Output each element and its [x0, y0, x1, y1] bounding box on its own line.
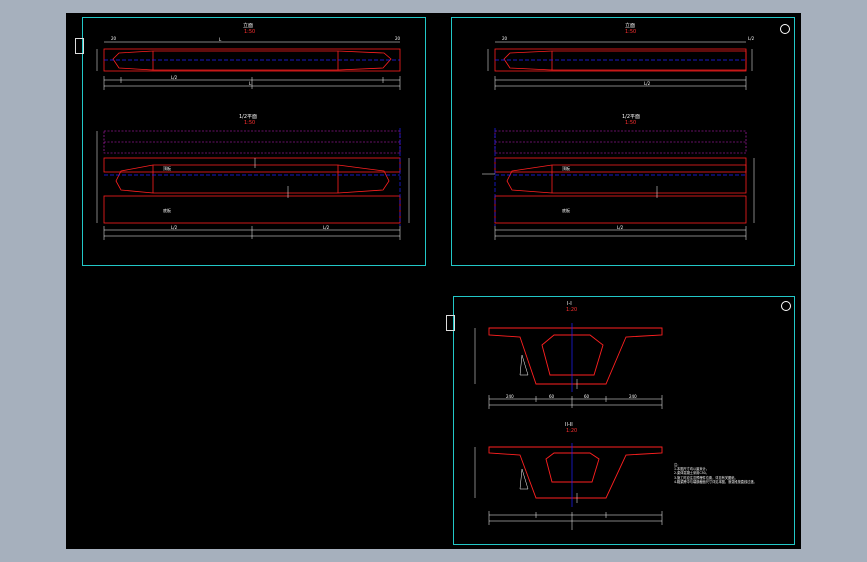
dim-top-1: 20	[502, 36, 508, 41]
notes-block: 注： 1.本图尺寸均以厘米计。 2.梁体混凝土采用C50。 3.施工时应注意预埋…	[674, 463, 757, 484]
plan-label-top: 顶板	[163, 166, 171, 171]
plan-scale: 1:50	[625, 120, 637, 126]
dim-bottom-1: L/2	[171, 75, 178, 80]
elevation-and-plan-drawing	[96, 41, 410, 240]
elevation-scale: 1:50	[625, 29, 637, 35]
plan-label-top: 顶板	[562, 166, 570, 171]
dim-top-2: L/2	[748, 36, 755, 41]
plan-scale: 1:50	[244, 120, 256, 126]
dim-plan-1: L/2	[171, 225, 178, 230]
dim-1: 240	[506, 394, 514, 399]
dim-top-1: 20	[111, 36, 117, 41]
plan-label-bottom: 底板	[562, 208, 570, 213]
cross-section-drawing	[474, 323, 663, 530]
section-a-scale: 1:20	[566, 307, 578, 313]
section-b-scale: 1:20	[566, 428, 578, 434]
dim-bottom-2: L	[249, 81, 252, 86]
dim-3: 60	[584, 394, 590, 399]
dim-plan-1: L/2	[617, 225, 624, 230]
drawing-canvas[interactable]: 立面 1:50 20 L 20 L/2 L 1/2平面 1:50 顶板 底板 L…	[66, 13, 801, 549]
drawing-sheet-2[interactable]: 立面 1:50 20 L/2 L/2 1/2平面 1:50 顶板 底板 L/2	[451, 17, 795, 266]
drawing-sheet-1[interactable]: 立面 1:50 20 L 20 L/2 L 1/2平面 1:50 顶板 底板 L…	[75, 17, 426, 266]
plan-label-bottom: 底板	[163, 208, 171, 213]
drawing-sheet-3[interactable]: I-I 1:20 240 60 60 240 II-II 1:20 注： 1.本…	[446, 296, 795, 545]
note-4: 4.箱梁跨中与端部截面尺寸详见本图，渐变段按直线过渡。	[674, 479, 757, 484]
dim-top-5: 20	[395, 36, 401, 41]
dim-plan-2: L/2	[323, 225, 330, 230]
dim-top-3: L	[219, 37, 222, 42]
elevation-scale: 1:50	[244, 29, 256, 35]
dim-bottom-1: L/2	[644, 81, 651, 86]
dim-4: 240	[629, 394, 637, 399]
dim-2: 60	[549, 394, 555, 399]
